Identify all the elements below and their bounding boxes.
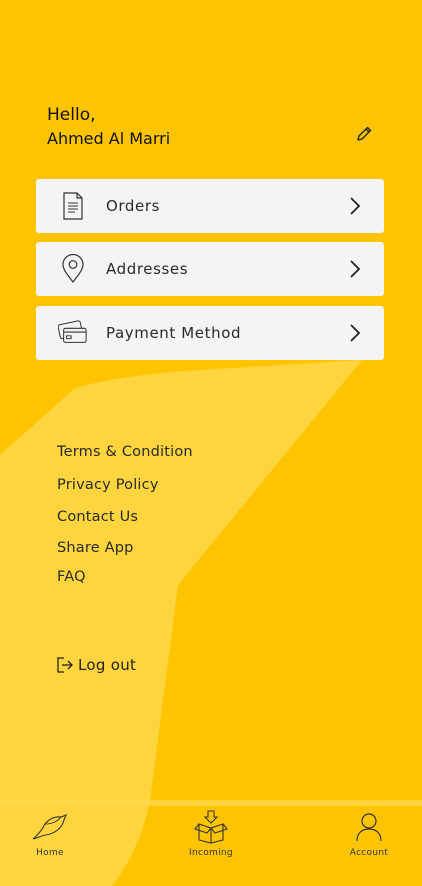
credit-card-icon — [58, 318, 88, 348]
menu-item-payment-method[interactable]: Payment Method — [36, 306, 384, 360]
contact-us-link[interactable]: Contact Us — [57, 509, 138, 525]
chevron-right-icon — [346, 321, 364, 345]
user-name: Ahmed Al Marri — [47, 129, 171, 148]
nav-label: Incoming — [189, 848, 233, 858]
location-pin-icon — [58, 254, 88, 284]
menu-item-label: Orders — [106, 197, 161, 215]
share-app-link[interactable]: Share App — [57, 540, 134, 556]
menu-item-addresses[interactable]: Addresses — [36, 242, 384, 296]
nav-home[interactable]: Home — [30, 810, 70, 858]
bird-icon — [30, 810, 70, 844]
chevron-right-icon — [346, 194, 364, 218]
privacy-policy-link[interactable]: Privacy Policy — [57, 477, 159, 493]
menu-item-label: Addresses — [106, 260, 189, 278]
nav-incoming[interactable]: Incoming — [189, 810, 233, 858]
nav-label: Home — [36, 848, 64, 858]
faq-link[interactable]: FAQ — [57, 569, 86, 585]
logout-button[interactable]: Log out — [56, 656, 136, 674]
greeting-hello: Hello, — [47, 105, 96, 125]
user-icon — [349, 810, 389, 844]
nav-account[interactable]: Account — [349, 810, 389, 858]
logout-icon — [57, 657, 73, 673]
menu-item-orders[interactable]: Orders — [36, 179, 384, 233]
logout-label: Log out — [78, 656, 137, 674]
box-download-icon — [191, 810, 231, 844]
greeting: Hello, Ahmed Al Marri — [47, 104, 170, 150]
terms-link[interactable]: Terms & Condition — [57, 444, 193, 460]
bottom-nav: Home Incoming Account — [0, 804, 422, 886]
pencil-icon — [357, 126, 372, 141]
document-icon — [58, 191, 88, 221]
edit-profile-button[interactable] — [352, 122, 376, 146]
nav-label: Account — [349, 848, 389, 858]
menu-item-label: Payment Method — [106, 324, 242, 342]
chevron-right-icon — [346, 257, 364, 281]
